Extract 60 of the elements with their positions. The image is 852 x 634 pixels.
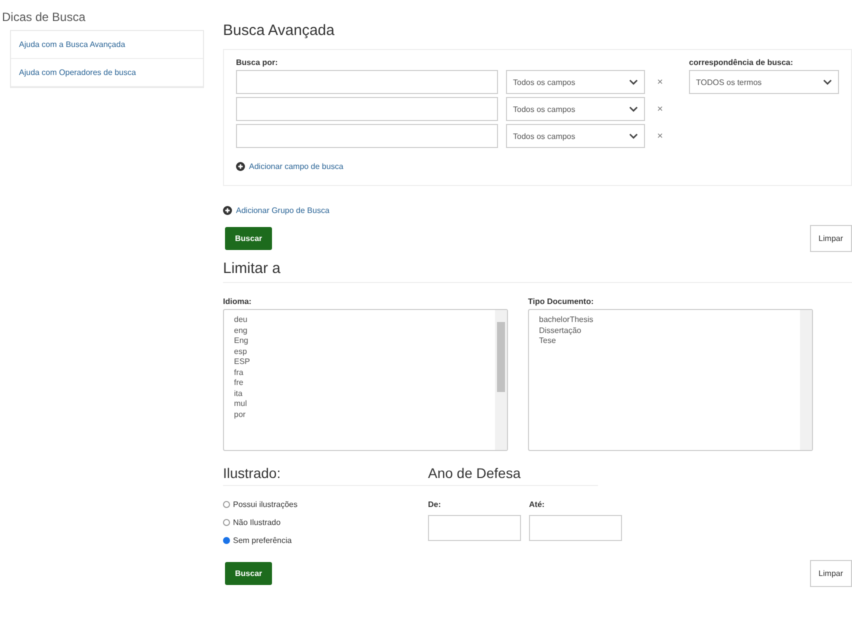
remove-button[interactable]: × bbox=[653, 130, 667, 142]
radio-label: Possui ilustrações bbox=[233, 500, 298, 509]
plus-icon bbox=[223, 206, 232, 215]
section-title: Ilustrado: bbox=[223, 465, 428, 486]
search-field[interactable] bbox=[236, 70, 498, 94]
scrollbar[interactable] bbox=[800, 310, 812, 450]
year-from-field[interactable] bbox=[428, 515, 521, 541]
plus-icon bbox=[236, 162, 245, 171]
clear-button[interactable]: Limpar bbox=[810, 225, 852, 252]
search-button[interactable]: Buscar bbox=[225, 562, 272, 585]
list-option[interactable]: ita bbox=[234, 388, 485, 399]
field-label: Até: bbox=[529, 500, 546, 509]
remove-button[interactable]: × bbox=[653, 76, 667, 88]
field-label: De: bbox=[428, 500, 442, 509]
list-option[interactable]: mul bbox=[234, 399, 485, 410]
list-option[interactable]: Tese bbox=[539, 336, 790, 346]
scrollbar[interactable] bbox=[495, 310, 507, 450]
list-option[interactable]: ESP bbox=[234, 357, 485, 368]
list-option[interactable]: eng bbox=[234, 326, 485, 336]
list-option[interactable]: bachelorThesis bbox=[539, 315, 790, 326]
caret-icon bbox=[629, 106, 638, 112]
clear-button[interactable]: Limpar bbox=[810, 560, 852, 587]
field-dropdown[interactable]: Todos os campos bbox=[506, 124, 645, 148]
radio-button[interactable] bbox=[223, 519, 230, 526]
language-listbox[interactable]: deu eng Eng esp ESP fra fre ita mul por bbox=[223, 309, 508, 451]
caret-icon bbox=[629, 133, 638, 139]
search-field[interactable] bbox=[236, 97, 498, 121]
list-option[interactable]: fre bbox=[234, 378, 485, 388]
field-dropdown[interactable]: Todos os campos bbox=[506, 70, 645, 94]
list-option[interactable]: esp bbox=[234, 346, 485, 357]
help-link[interactable]: Ajuda com Operadores de busca bbox=[11, 59, 203, 87]
match-dropdown[interactable]: TODOS os termos bbox=[689, 70, 839, 94]
field-dropdown[interactable]: Todos os campos bbox=[506, 97, 645, 121]
radio-label: Não Ilustrado bbox=[233, 518, 281, 527]
add-group-link[interactable]: Adicionar Grupo de Busca bbox=[236, 206, 330, 215]
list-option[interactable]: Eng bbox=[234, 336, 485, 346]
year-to-field[interactable] bbox=[529, 515, 622, 541]
sidebar-title: Dicas de Busca bbox=[1, 10, 86, 24]
list-option[interactable]: deu bbox=[234, 315, 485, 326]
list-option[interactable]: fra bbox=[234, 368, 485, 378]
search-field[interactable] bbox=[236, 124, 498, 148]
caret-icon bbox=[823, 79, 832, 85]
caret-icon bbox=[629, 79, 638, 85]
field-label: Busca por: bbox=[236, 58, 279, 67]
search-button[interactable]: Buscar bbox=[225, 227, 272, 250]
help-link[interactable]: Ajuda com a Busca Avançada bbox=[11, 31, 203, 59]
list-option[interactable]: por bbox=[234, 410, 485, 420]
page-title: Busca Avançada bbox=[223, 22, 336, 39]
field-label: Idioma: bbox=[223, 297, 252, 306]
radio-button[interactable] bbox=[223, 501, 230, 508]
list-option[interactable]: Dissertação bbox=[539, 326, 790, 336]
document-type-listbox[interactable]: bachelorThesis Dissertação Tese bbox=[528, 309, 813, 451]
remove-button[interactable]: × bbox=[653, 104, 667, 114]
field-label: Tipo Documento: bbox=[528, 297, 595, 306]
add-field-link[interactable]: Adicionar campo de busca bbox=[249, 162, 344, 171]
section-title: Limitar a bbox=[223, 260, 852, 283]
radio-button[interactable] bbox=[223, 537, 230, 544]
field-label: correspondência de busca: bbox=[689, 58, 794, 67]
radio-label: Sem preferência bbox=[233, 536, 292, 545]
section-title: Ano de Defesa bbox=[428, 465, 598, 486]
